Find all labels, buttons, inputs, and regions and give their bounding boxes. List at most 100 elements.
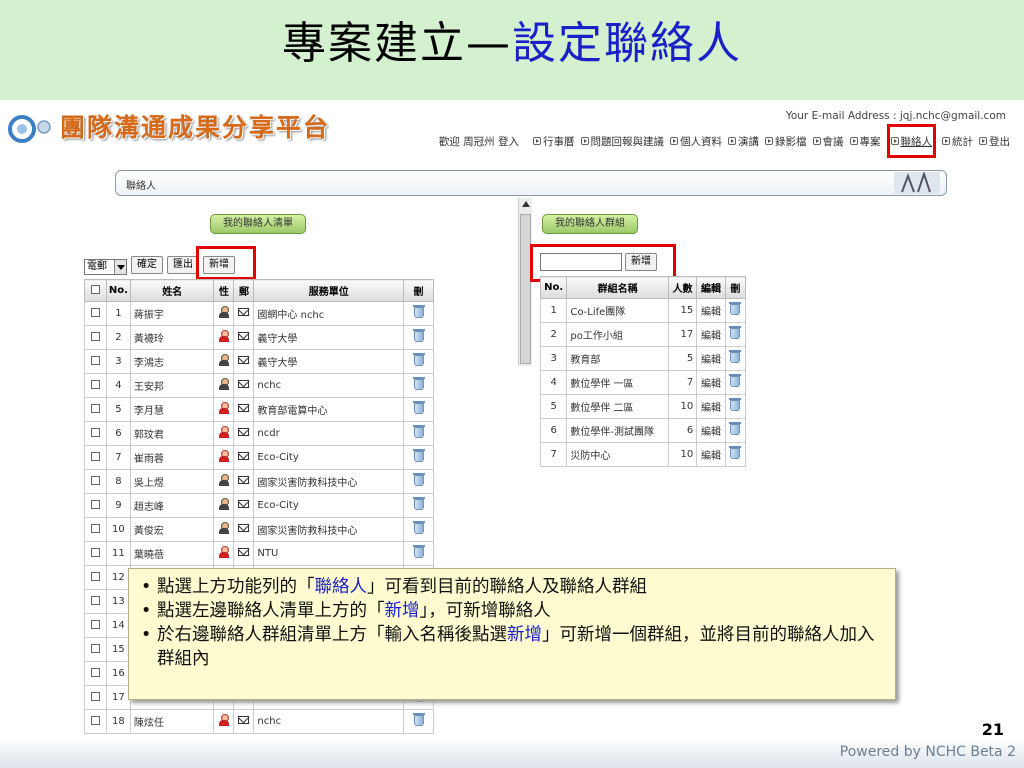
trash-icon[interactable] bbox=[729, 325, 742, 339]
select-all-header[interactable] bbox=[84, 279, 107, 302]
edit-link[interactable]: 編輯 bbox=[696, 370, 726, 395]
mail-icon[interactable] bbox=[238, 428, 250, 436]
scroll-thumb[interactable] bbox=[520, 214, 531, 364]
nav-item-contacts[interactable]: 聯絡人 bbox=[886, 124, 936, 158]
export-button[interactable]: 匯出 bbox=[167, 256, 199, 274]
checkbox[interactable] bbox=[90, 451, 100, 461]
delete-cell[interactable] bbox=[403, 469, 434, 494]
contact-name[interactable]: 黃襪玲 bbox=[129, 325, 215, 350]
row-checkbox-cell[interactable] bbox=[84, 613, 107, 638]
nav-item-logout[interactable]: 登出 bbox=[979, 134, 1010, 149]
group-name[interactable]: 教育部 bbox=[566, 346, 669, 371]
nav-item-talks[interactable]: 演講 bbox=[728, 134, 759, 149]
checkbox[interactable] bbox=[90, 715, 100, 725]
delete-cell[interactable] bbox=[403, 397, 434, 422]
checkbox[interactable] bbox=[90, 355, 100, 365]
mail-cell[interactable] bbox=[233, 397, 255, 422]
trash-icon[interactable] bbox=[412, 712, 425, 726]
mail-icon[interactable] bbox=[238, 380, 250, 388]
delete-cell[interactable] bbox=[403, 373, 434, 398]
mail-cell[interactable] bbox=[233, 373, 255, 398]
mail-icon[interactable] bbox=[238, 404, 250, 412]
contact-name[interactable]: 黃俊宏 bbox=[129, 517, 215, 542]
delete-cell[interactable] bbox=[403, 301, 434, 326]
checkbox[interactable] bbox=[90, 643, 100, 653]
my-contact-groups-button[interactable]: 我的聯絡人群組 bbox=[542, 214, 638, 234]
row-checkbox-cell[interactable] bbox=[84, 661, 107, 686]
group-name[interactable]: Co-Life團隊 bbox=[566, 298, 669, 323]
row-checkbox-cell[interactable] bbox=[84, 445, 107, 470]
nav-item-feedback[interactable]: 問題回報與建議 bbox=[580, 134, 664, 149]
contact-name[interactable]: 陳炫任 bbox=[129, 709, 215, 734]
my-contacts-list-button[interactable]: 我的聯絡人清單 bbox=[210, 214, 306, 234]
trash-icon[interactable] bbox=[412, 520, 425, 534]
delete-cell[interactable] bbox=[403, 709, 434, 734]
nav-item-profile[interactable]: 個人資料 bbox=[670, 134, 722, 149]
export-format-select[interactable]: 電郵 bbox=[84, 259, 127, 275]
row-checkbox-cell[interactable] bbox=[84, 493, 107, 518]
edit-link[interactable]: 編輯 bbox=[696, 322, 726, 347]
trash-icon[interactable] bbox=[729, 421, 742, 435]
checkbox[interactable] bbox=[90, 475, 100, 485]
checkbox[interactable] bbox=[90, 379, 100, 389]
edit-link[interactable]: 編輯 bbox=[696, 298, 726, 323]
mail-icon[interactable] bbox=[238, 500, 250, 508]
edit-link[interactable]: 編輯 bbox=[696, 418, 726, 443]
checkbox[interactable] bbox=[90, 331, 100, 341]
row-checkbox-cell[interactable] bbox=[84, 589, 107, 614]
row-checkbox-cell[interactable] bbox=[84, 565, 107, 590]
mail-cell[interactable] bbox=[233, 469, 255, 494]
checkbox[interactable] bbox=[90, 499, 100, 509]
trash-icon[interactable] bbox=[412, 544, 425, 558]
row-checkbox-cell[interactable] bbox=[84, 373, 107, 398]
logo-text[interactable]: 團隊溝通成果分享平台 bbox=[60, 108, 330, 144]
trash-icon[interactable] bbox=[412, 304, 425, 318]
checkbox[interactable] bbox=[90, 571, 100, 581]
mail-cell[interactable] bbox=[233, 301, 255, 326]
contact-name[interactable]: 郭玟君 bbox=[129, 421, 215, 446]
row-checkbox-cell[interactable] bbox=[84, 349, 107, 374]
edit-link[interactable]: 編輯 bbox=[696, 346, 726, 371]
contact-name[interactable]: 王安邦 bbox=[129, 373, 215, 398]
group-name[interactable]: 數位學伴 二區 bbox=[566, 394, 669, 419]
contact-name[interactable]: 崔雨蓉 bbox=[129, 445, 215, 470]
mail-icon[interactable] bbox=[238, 548, 250, 556]
mail-cell[interactable] bbox=[233, 421, 255, 446]
trash-icon[interactable] bbox=[412, 400, 425, 414]
contact-name[interactable]: 葉曉蓓 bbox=[129, 541, 215, 566]
mail-cell[interactable] bbox=[233, 349, 255, 374]
group-name[interactable]: po工作小組 bbox=[566, 322, 669, 347]
checkbox[interactable] bbox=[90, 403, 100, 413]
delete-cell[interactable] bbox=[724, 394, 747, 419]
scrollbar[interactable] bbox=[518, 198, 532, 366]
trash-icon[interactable] bbox=[729, 373, 742, 387]
row-checkbox-cell[interactable] bbox=[84, 421, 107, 446]
nav-item-calendar[interactable]: 行事曆 bbox=[533, 134, 575, 149]
contact-name[interactable]: 李鴻志 bbox=[129, 349, 215, 374]
checkbox[interactable] bbox=[90, 547, 100, 557]
mail-icon[interactable] bbox=[238, 332, 250, 340]
delete-cell[interactable] bbox=[403, 493, 434, 518]
mail-icon[interactable] bbox=[238, 356, 250, 364]
confirm-button[interactable]: 確定 bbox=[131, 256, 163, 274]
delete-cell[interactable] bbox=[724, 346, 747, 371]
trash-icon[interactable] bbox=[729, 445, 742, 459]
trash-icon[interactable] bbox=[412, 496, 425, 510]
row-checkbox-cell[interactable] bbox=[84, 517, 107, 542]
trash-icon[interactable] bbox=[412, 328, 425, 342]
delete-cell[interactable] bbox=[724, 442, 747, 467]
mail-cell[interactable] bbox=[233, 445, 255, 470]
row-checkbox-cell[interactable] bbox=[84, 685, 107, 710]
group-name[interactable]: 災防中心 bbox=[566, 442, 669, 467]
nav-item-projects[interactable]: 專案 bbox=[849, 134, 881, 149]
contact-name[interactable]: 吳上煜 bbox=[129, 469, 215, 494]
checkbox[interactable] bbox=[90, 595, 100, 605]
row-checkbox-cell[interactable] bbox=[84, 325, 107, 350]
mail-cell[interactable] bbox=[233, 709, 255, 734]
row-checkbox-cell[interactable] bbox=[84, 541, 107, 566]
contact-name[interactable]: 趙志峰 bbox=[129, 493, 215, 518]
trash-icon[interactable] bbox=[412, 424, 425, 438]
mail-cell[interactable] bbox=[233, 517, 255, 542]
row-checkbox-cell[interactable] bbox=[84, 709, 107, 734]
mail-icon[interactable] bbox=[238, 716, 250, 724]
